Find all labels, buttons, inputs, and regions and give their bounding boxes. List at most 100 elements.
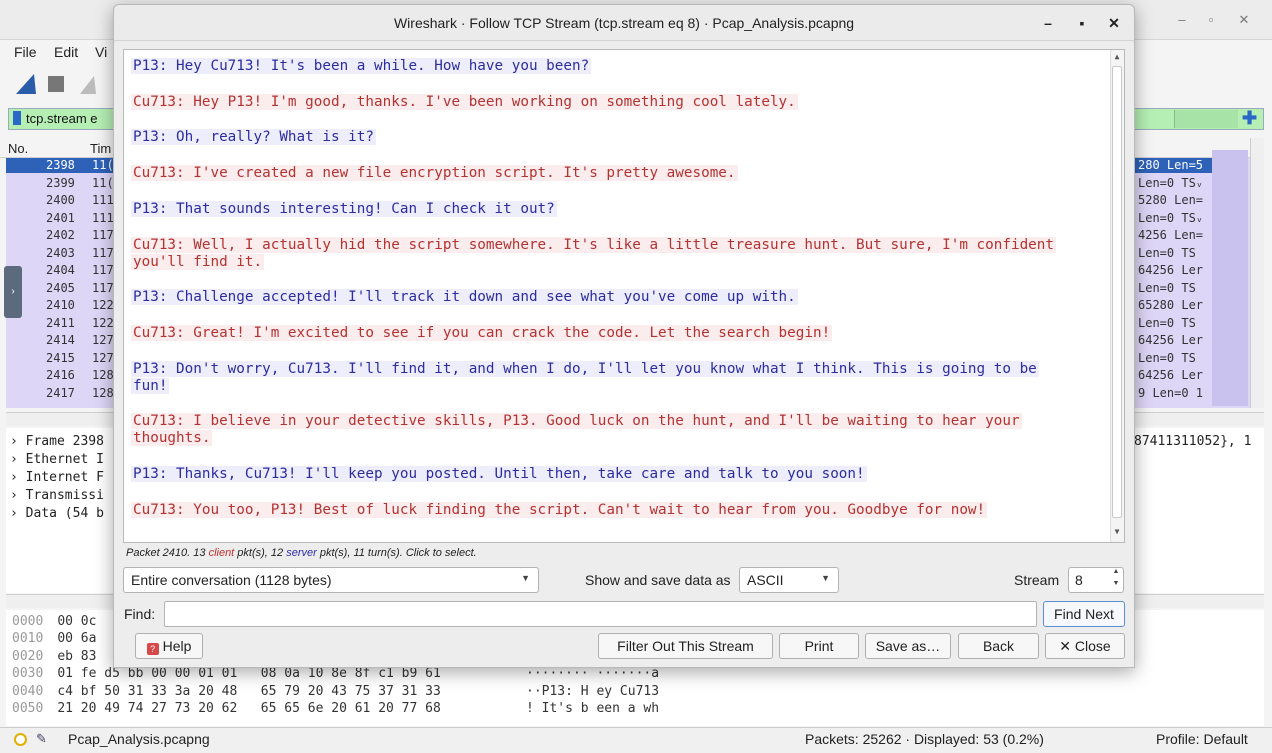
close-label: Close <box>1074 638 1111 654</box>
detail-data[interactable]: › Data (54 b <box>10 506 104 521</box>
packet-info: Len=0 TSᵥ <box>1138 210 1204 225</box>
message-text: Cu713: I've created a new file encryptio… <box>131 165 738 182</box>
conversation-select[interactable]: Entire conversation (1128 bytes) ▼ <box>123 567 539 593</box>
spinner-up-icon[interactable]: ▲ <box>1110 568 1122 580</box>
detail-ip[interactable]: › Internet F <box>10 470 104 485</box>
client-message[interactable]: Cu713: I've created a new file encryptio… <box>131 165 1106 182</box>
column-no[interactable]: No. <box>8 141 28 156</box>
filter-out-stream-button[interactable]: Filter Out This Stream <box>598 633 773 659</box>
client-message[interactable]: Cu713: Great! I'm excited to see if you … <box>131 324 1106 342</box>
client-message[interactable]: Cu713: Hey P13! I'm good, thanks. I've b… <box>131 93 1106 111</box>
detail-tcp[interactable]: › Transmissi <box>10 488 104 503</box>
hex-offset: 0020 <box>12 648 44 664</box>
client-message[interactable]: Cu713: I believe in your detective skill… <box>131 413 1106 447</box>
hex-row[interactable]: 0010 00 6a <box>12 631 96 646</box>
edit-comment-icon[interactable]: ✎ <box>36 731 47 747</box>
hex-row[interactable]: 0050 21 20 49 74 27 73 20 62 65 65 6e 20 … <box>12 701 659 716</box>
scroll-down-icon[interactable]: ▼ <box>1110 527 1124 539</box>
summary-suffix: pkt(s), 11 turn(s). Click to select. <box>316 547 477 559</box>
hex-offset: 0030 <box>12 666 44 682</box>
stream-number: 8 <box>1075 572 1083 588</box>
server-message[interactable]: P13: That sounds interesting! Can I chec… <box>131 200 1106 218</box>
message-text: P13: Oh, really? What is it? <box>131 129 377 146</box>
packet-time: 11( <box>92 175 114 190</box>
back-button[interactable]: Back <box>958 633 1039 659</box>
hex-row[interactable]: 0020 eb 83 <box>12 649 96 664</box>
hex-bytes: 01 fe d5 bb 00 00 01 01 08 0a 10 8e 8f c… <box>57 666 441 682</box>
packet-minimap[interactable] <box>1212 150 1248 406</box>
hex-ascii: ··P13: H ey Cu713 <box>526 683 660 699</box>
print-button[interactable]: Print <box>779 633 859 659</box>
dialog-maximize-icon[interactable]: ▪ <box>1072 13 1092 33</box>
server-message[interactable]: P13: Challenge accepted! I'll track it d… <box>131 289 1106 306</box>
hex-bytes: eb 83 <box>57 648 97 664</box>
help-button[interactable]: ? Help <box>135 633 203 659</box>
column-time[interactable]: Tim <box>90 141 111 156</box>
close-x-icon: ✕ <box>1059 638 1075 654</box>
minimize-icon[interactable]: – <box>1174 12 1190 28</box>
client-message[interactable]: Cu713: Well, I actually hid the script s… <box>131 236 1106 271</box>
packet-time: 111 <box>92 193 114 207</box>
packet-time: 111 <box>92 210 114 225</box>
save-as-button[interactable]: Save as… <box>865 633 951 659</box>
close-button[interactable]: ✕ Close <box>1045 633 1125 659</box>
find-input[interactable] <box>164 601 1037 627</box>
hex-ascii: ········ ·······a <box>526 666 660 682</box>
maximize-icon[interactable]: ▫ <box>1203 12 1219 28</box>
packet-info: Len=0 TS <box>1138 245 1196 260</box>
packet-summary[interactable]: Packet 2410. 13 client pkt(s), 12 server… <box>126 547 477 559</box>
message-text: P13: That sounds interesting! Can I chec… <box>131 200 557 217</box>
dialog-close-icon[interactable]: ✕ <box>1104 13 1124 33</box>
client-message[interactable]: Cu713: You too, P13! Best of luck findin… <box>131 501 1106 519</box>
side-panel-handle[interactable]: › <box>4 266 22 318</box>
summary-mid: pkt(s), 12 <box>234 547 287 559</box>
filter-controls[interactable] <box>1174 110 1238 128</box>
server-message[interactable]: P13: Hey Cu713! It's been a while. How h… <box>131 58 1106 75</box>
server-message[interactable]: P13: Thanks, Cu713! I'll keep you posted… <box>131 466 1106 483</box>
hex-row[interactable]: 0000 00 0c <box>12 614 96 629</box>
server-message[interactable]: P13: Oh, really? What is it? <box>131 129 1106 146</box>
detail-frame-tail: 87411311052}, 1 <box>1134 434 1252 449</box>
packet-info: Len=0 TS <box>1138 280 1196 295</box>
status-file: Pcap_Analysis.pcapng <box>68 731 210 747</box>
packet-time: 117 <box>92 263 114 277</box>
status-profile[interactable]: Profile: Default <box>1156 731 1248 747</box>
scrollbar-thumb[interactable] <box>1112 66 1122 518</box>
restart-capture-icon[interactable] <box>76 72 102 96</box>
display-filter-text[interactable]: tcp.stream e <box>26 111 98 126</box>
hex-row[interactable]: 0040 c4 bf 50 31 33 3a 20 48 65 79 20 43 … <box>12 684 659 699</box>
summary-client: client <box>208 547 235 559</box>
hex-ascii: ! It's b een a wh <box>526 701 660 716</box>
menu-view[interactable]: Vi <box>95 44 107 60</box>
detail-frame[interactable]: › Frame 2398 <box>10 434 104 449</box>
packet-time: 127 <box>92 350 114 365</box>
bookmark-icon[interactable] <box>13 111 21 125</box>
conversation-select-value: Entire conversation (1128 bytes) <box>131 572 332 588</box>
packet-time: 122 <box>92 315 114 330</box>
message-text: Cu713: Great! I'm excited to see if you … <box>131 324 833 341</box>
server-message[interactable]: P13: Don't worry, Cu713. I'll find it, a… <box>131 360 1106 395</box>
find-next-button[interactable]: Find Next <box>1043 601 1125 627</box>
hex-offset: 0000 <box>12 614 44 629</box>
expert-info-icon[interactable] <box>14 733 27 746</box>
packet-time: 11( <box>92 158 114 172</box>
menu-file[interactable]: File <box>14 44 37 60</box>
stop-capture-icon[interactable] <box>44 72 70 96</box>
message-text: P13: Thanks, Cu713! I'll keep you posted… <box>131 466 867 482</box>
packet-time: 127 <box>92 333 114 347</box>
packet-info: 9 Len=0 1 <box>1138 385 1204 400</box>
packet-list-scrollbar[interactable] <box>1250 138 1264 408</box>
shark-fin-start-icon[interactable] <box>14 72 40 96</box>
spinner-down-icon[interactable]: ▼ <box>1110 580 1122 592</box>
show-as-select[interactable]: ASCII ▼ <box>739 567 839 593</box>
stream-content[interactable]: P13: Hey Cu713! It's been a while. How h… <box>123 49 1125 543</box>
hex-row[interactable]: 0030 01 fe d5 bb 00 00 01 01 08 0a 10 8e … <box>12 666 659 682</box>
dialog-minimize-icon[interactable]: – <box>1038 13 1058 33</box>
menu-edit[interactable]: Edit <box>54 44 78 60</box>
detail-ethernet[interactable]: › Ethernet I <box>10 452 104 467</box>
scroll-up-icon[interactable]: ▲ <box>1110 52 1124 64</box>
summary-server: server <box>286 547 317 559</box>
message-text: Cu713: Well, I actually hid the script s… <box>131 236 1056 270</box>
add-filter-icon[interactable]: ✚ <box>1242 108 1257 129</box>
close-icon[interactable]: ✕ <box>1236 12 1252 28</box>
